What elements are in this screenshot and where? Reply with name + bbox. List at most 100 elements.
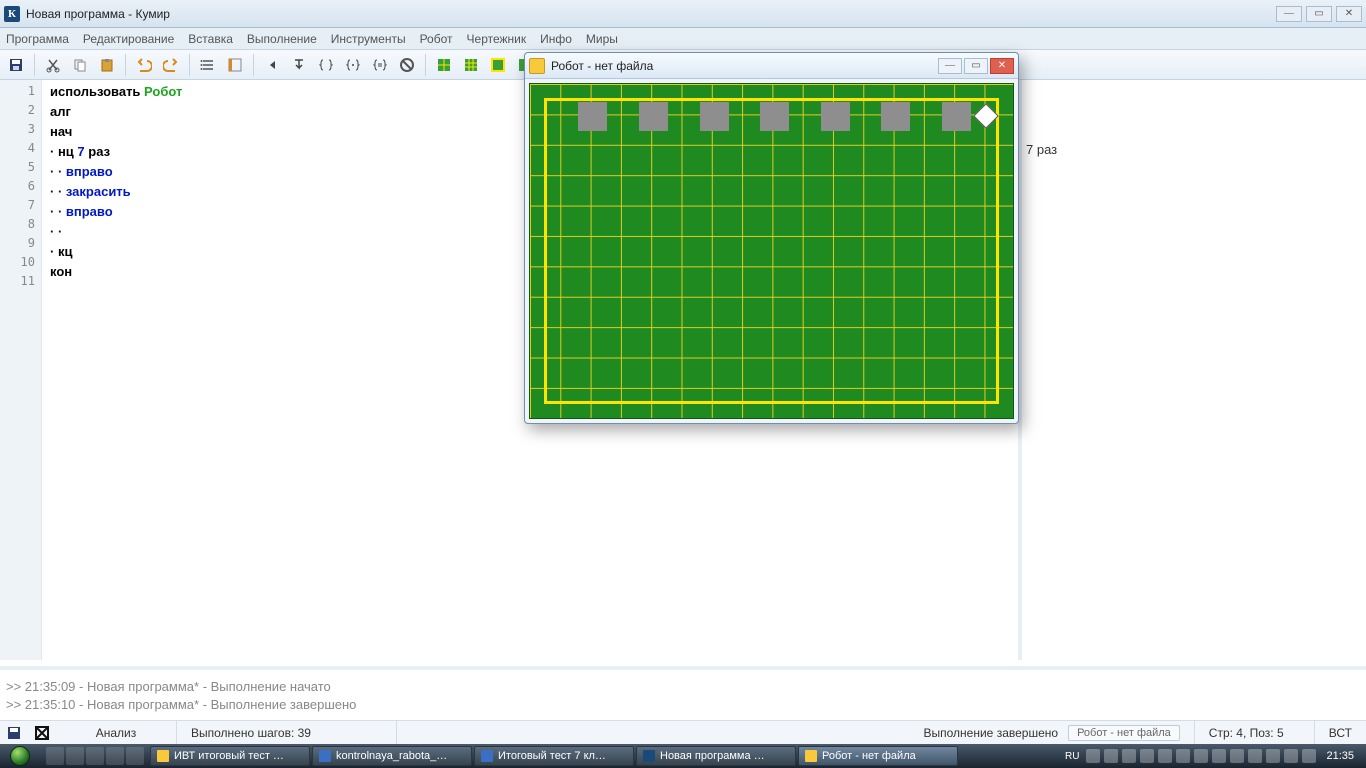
ql-icon-2[interactable] xyxy=(66,747,84,765)
robot-minimize-button[interactable]: — xyxy=(938,58,962,74)
minimize-button[interactable]: — xyxy=(1276,6,1302,22)
taskbar-task[interactable]: Робот - нет файла xyxy=(798,746,958,766)
tray-icon[interactable] xyxy=(1266,749,1280,763)
robot-maximize-button[interactable]: ▭ xyxy=(964,58,988,74)
task-label: Итоговый тест 7 кл… xyxy=(498,750,606,762)
tray-icon[interactable] xyxy=(1194,749,1208,763)
menu-tools[interactable]: Инструменты xyxy=(331,32,406,46)
status-chip[interactable]: Робот - нет файла xyxy=(1068,725,1180,741)
start-button[interactable] xyxy=(0,744,40,768)
list-icon[interactable] xyxy=(196,53,220,77)
grid3-icon[interactable] xyxy=(486,53,510,77)
robot-field[interactable] xyxy=(529,83,1014,419)
tray-icon[interactable] xyxy=(1158,749,1172,763)
menu-robot[interactable]: Робот xyxy=(420,32,453,46)
run-step-icon[interactable] xyxy=(260,53,284,77)
menu-worlds[interactable]: Миры xyxy=(586,32,618,46)
quick-launch xyxy=(40,747,150,765)
paste-icon[interactable] xyxy=(95,53,119,77)
menubar: Программа Редактирование Вставка Выполне… xyxy=(0,28,1366,50)
task-label: Новая программа … xyxy=(660,750,765,762)
taskbar-task[interactable]: kontrolnaya_rabota_… xyxy=(312,746,472,766)
bookmark-icon[interactable] xyxy=(223,53,247,77)
braces1-icon[interactable] xyxy=(314,53,338,77)
statusbar: Анализ Выполнено шагов: 39 Выполнение за… xyxy=(0,720,1366,744)
tray-icon[interactable] xyxy=(1104,749,1118,763)
status-clear-icon[interactable] xyxy=(31,724,53,742)
grid2-icon[interactable] xyxy=(459,53,483,77)
code-line-4a: · нц xyxy=(50,144,77,159)
taskbar-task[interactable]: Итоговый тест 7 кл… xyxy=(474,746,634,766)
line-gutter: 1234567891011 xyxy=(0,80,42,660)
robot-titlebar[interactable]: Робот - нет файла — ▭ ✕ xyxy=(525,53,1018,79)
ql-icon-4[interactable] xyxy=(106,747,124,765)
task-label: Робот - нет файла xyxy=(822,750,916,762)
redo-icon[interactable] xyxy=(159,53,183,77)
code-line-2: алг xyxy=(50,104,71,119)
painted-cell xyxy=(881,102,910,131)
tray-icon[interactable] xyxy=(1212,749,1226,763)
menu-info[interactable]: Инфо xyxy=(540,32,572,46)
taskbar-task[interactable]: ИВТ итоговый тест … xyxy=(150,746,310,766)
painted-cell xyxy=(700,102,729,131)
taskbar-tasks: ИВТ итоговый тест … kontrolnaya_rabota_… И… xyxy=(150,746,958,766)
task-label: ИВТ итоговый тест … xyxy=(174,750,284,762)
menu-drafter[interactable]: Чертежник xyxy=(467,32,527,46)
robot-title: Робот - нет файла xyxy=(551,59,653,73)
robot-icon xyxy=(529,58,545,74)
status-mode: ВСТ xyxy=(1314,721,1366,744)
taskbar-task[interactable]: Новая программа … xyxy=(636,746,796,766)
tray-icon[interactable] xyxy=(1302,749,1316,763)
system-tray: RU 21:35 xyxy=(1056,749,1366,763)
undo-icon[interactable] xyxy=(132,53,156,77)
console-line-2: >> 21:35:10 - Новая программа* - Выполне… xyxy=(6,696,1360,714)
ql-icon-3[interactable] xyxy=(86,747,104,765)
robot-window[interactable]: Робот - нет файла — ▭ ✕ xyxy=(524,52,1019,424)
console[interactable]: >> 21:35:09 - Новая программа* - Выполне… xyxy=(0,666,1366,720)
code-line-4b: 7 xyxy=(77,144,84,159)
code-line-8: · · xyxy=(50,224,62,239)
status-save-icon[interactable] xyxy=(3,724,25,742)
task-icon xyxy=(805,750,817,762)
code-line-7: вправо xyxy=(66,204,113,219)
cut-icon[interactable] xyxy=(41,53,65,77)
tray-lang[interactable]: RU xyxy=(1062,751,1082,762)
painted-cell xyxy=(578,102,607,131)
task-icon xyxy=(481,750,493,762)
menu-insert[interactable]: Вставка xyxy=(188,32,233,46)
robot-close-button[interactable]: ✕ xyxy=(990,58,1014,74)
tray-clock[interactable]: 21:35 xyxy=(1320,750,1360,762)
taskbar: ИВТ итоговый тест … kontrolnaya_rabota_… И… xyxy=(0,744,1366,768)
console-line-1: >> 21:35:09 - Новая программа* - Выполне… xyxy=(6,678,1360,696)
grid1-icon[interactable] xyxy=(432,53,456,77)
task-icon xyxy=(643,750,655,762)
close-button[interactable]: ✕ xyxy=(1336,6,1362,22)
tray-icon[interactable] xyxy=(1176,749,1190,763)
copy-icon[interactable] xyxy=(68,53,92,77)
code-line-4c: раз xyxy=(85,144,110,159)
maximize-button[interactable]: ▭ xyxy=(1306,6,1332,22)
menu-edit[interactable]: Редактирование xyxy=(83,32,174,46)
status-pos: Стр: 4, Поз: 5 xyxy=(1194,721,1314,744)
tray-icon[interactable] xyxy=(1248,749,1262,763)
right-pane: 7 раз xyxy=(1022,80,1366,660)
tray-icon[interactable] xyxy=(1140,749,1154,763)
tray-icon[interactable] xyxy=(1086,749,1100,763)
stop-icon[interactable] xyxy=(395,53,419,77)
task-icon xyxy=(319,750,331,762)
save-icon[interactable] xyxy=(4,53,28,77)
braces3-icon[interactable] xyxy=(368,53,392,77)
ql-icon-1[interactable] xyxy=(46,747,64,765)
menu-run[interactable]: Выполнение xyxy=(247,32,317,46)
braces2-icon[interactable] xyxy=(341,53,365,77)
tray-icon[interactable] xyxy=(1284,749,1298,763)
code-line-5: вправо xyxy=(66,164,113,179)
tray-icon[interactable] xyxy=(1230,749,1244,763)
run-down-icon[interactable] xyxy=(287,53,311,77)
robot-border xyxy=(544,98,999,404)
menu-program[interactable]: Программа xyxy=(6,32,69,46)
ql-icon-5[interactable] xyxy=(126,747,144,765)
tray-icon[interactable] xyxy=(1122,749,1136,763)
painted-cell xyxy=(821,102,850,131)
window-buttons: — ▭ ✕ xyxy=(1276,6,1362,22)
